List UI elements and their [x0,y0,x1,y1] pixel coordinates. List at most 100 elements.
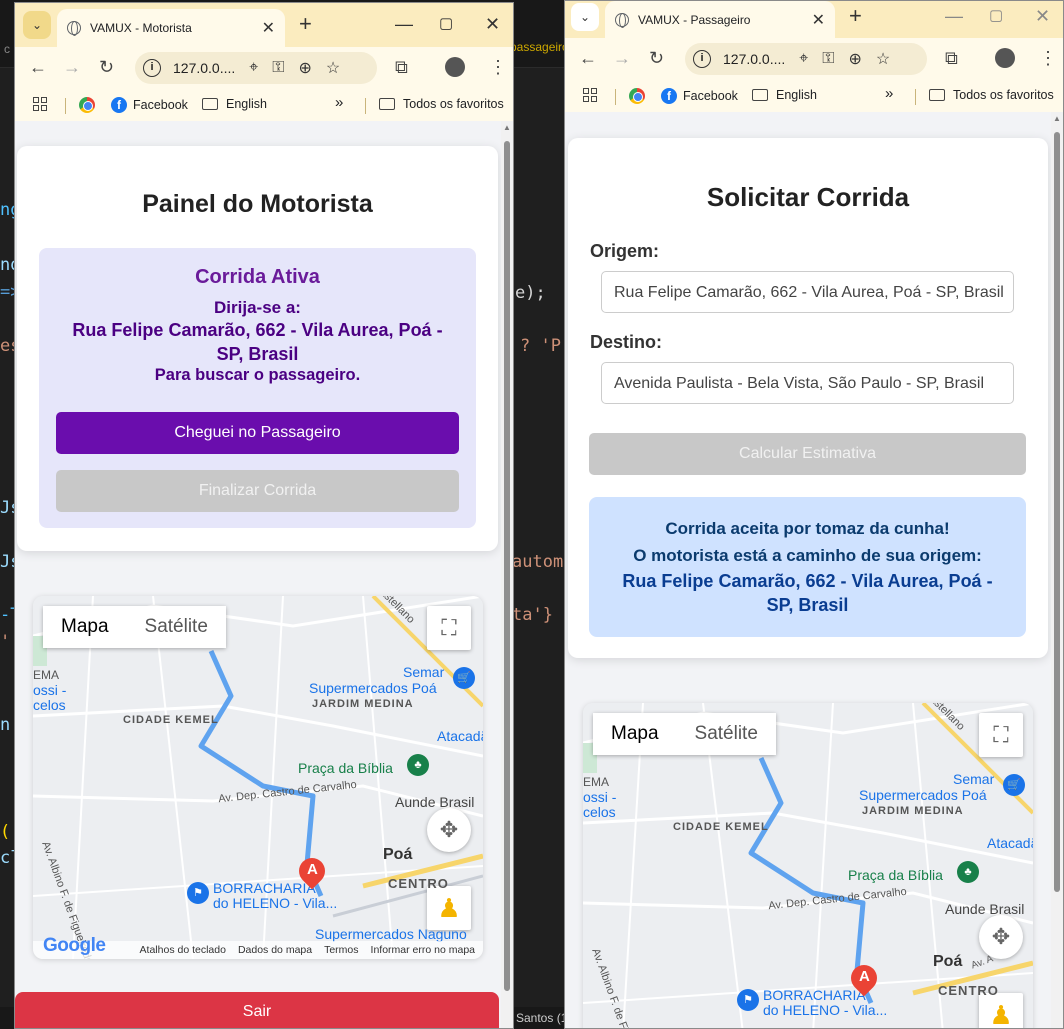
passenger-scrollbar[interactable]: ▲ [1051,112,1063,1028]
pegman-icon[interactable]: ♟ [427,886,471,930]
report-error-link[interactable]: Informar erro no mapa [371,944,475,956]
map-label: celos [583,804,616,820]
bookmark-label: Facebook [683,89,738,103]
close-tab-icon[interactable]: ✕ [262,18,275,38]
close-tab-icon[interactable]: ✕ [812,10,825,30]
scroll-up-icon[interactable]: ▲ [1053,114,1061,123]
reload-icon[interactable]: ↻ [99,57,114,77]
marker-label: A [859,968,870,985]
star-icon[interactable]: ☆ [876,49,890,69]
arrived-button[interactable]: Cheguei no Passageiro [56,412,459,454]
key-icon[interactable]: ⚿ [822,50,834,68]
map-label: Semar [403,664,445,680]
address-bar[interactable]: i 127.0.0.... ⌖ ⚿ ⊕ ☆ [135,52,377,84]
maximize-icon[interactable]: ▢ [989,7,1003,25]
passenger-viewport: Solicitar Corrida Origem: Rua Felipe Cam… [565,112,1063,1028]
map-label: Praça da Bíblia [298,760,393,776]
new-tab-icon[interactable]: + [299,13,312,35]
back-icon[interactable]: ← [29,57,47,77]
bookmark-english[interactable]: English [752,88,817,102]
site-info-icon[interactable]: i [143,59,161,77]
reload-icon[interactable]: ↻ [649,48,664,68]
scroll-thumb[interactable] [504,141,510,991]
map-label: Atacadão - [437,728,483,744]
menu-icon[interactable]: ⋮ [489,57,507,77]
apps-icon[interactable] [33,97,47,111]
bookmark-all-favorites[interactable]: Todos os favoritos [379,97,504,111]
address-bar[interactable]: i 127.0.0.... ⌖ ⚿ ⊕ ☆ [685,43,927,75]
satellite-tab[interactable]: Satélite [126,606,226,648]
fullscreen-icon[interactable]: ⛶ [427,606,471,650]
more-bookmarks[interactable]: » [885,85,893,102]
map-data-link[interactable]: Dados do mapa [238,944,312,956]
terms-link[interactable]: Termos [324,944,358,956]
passenger-map[interactable]: Mapa Satélite ⛶ ✥ ♟ astellano Semar Supe… [583,703,1033,1028]
code-fragment: e); [515,283,546,303]
more-bookmarks[interactable]: » [335,94,343,111]
avatar[interactable] [995,48,1015,68]
tab-search-dropdown[interactable]: ⌄ [571,3,599,31]
location-icon[interactable]: ⌖ [799,50,808,68]
map-tab[interactable]: Mapa [593,713,677,755]
maximize-icon[interactable]: ▢ [439,15,453,33]
extensions-icon[interactable]: ⧉ [395,57,408,77]
bookmark-all-favorites[interactable]: Todos os favoritos [929,88,1054,102]
fullscreen-icon[interactable]: ⛶ [979,713,1023,757]
origin-input[interactable]: Rua Felipe Camarão, 662 - Vila Aurea, Po… [601,271,1014,313]
zoom-icon[interactable]: ⊕ [298,58,311,78]
passenger-toolbar: ← → ↻ i 127.0.0.... ⌖ ⚿ ⊕ ☆ ⧉ ⋮ [565,38,1063,80]
code-fragment: ? 'P [520,336,561,356]
chrome-icon[interactable] [79,97,101,113]
tab-search-dropdown[interactable]: ⌄ [23,11,51,39]
avatar[interactable] [445,57,465,77]
map-tab[interactable]: Mapa [43,606,127,648]
pegman-icon[interactable]: ♟ [979,993,1023,1028]
back-icon[interactable]: ← [579,48,597,68]
cart-icon: 🛒 [1003,774,1025,796]
zoom-icon[interactable]: ⊕ [848,49,861,69]
scroll-up-icon[interactable]: ▲ [503,123,511,132]
location-icon[interactable]: ⌖ [249,59,258,77]
passenger-tab[interactable]: VAMUX - Passageiro ✕ [605,1,835,38]
active-ride-title: Corrida Ativa [195,266,320,288]
ride-accepted-message: Corrida aceita por tomaz da cunha! [665,519,950,538]
map-label: Praça da Bíblia [848,867,943,883]
page-title: Painel do Motorista [142,190,373,218]
map-label: celos [33,697,66,713]
map-label: ossi - [583,789,617,805]
logout-button[interactable]: Sair [15,992,499,1028]
extensions-icon[interactable]: ⧉ [945,48,958,68]
scroll-thumb[interactable] [1054,132,1060,892]
map-label: Semar [953,771,995,787]
driver-map[interactable]: Mapa Satélite ⛶ ✥ ♟ astellano Semar Supe… [33,596,483,959]
forward-icon[interactable]: → [613,48,631,68]
key-icon[interactable]: ⚿ [272,59,284,77]
menu-icon[interactable]: ⋮ [1039,48,1057,68]
apps-icon[interactable] [583,88,597,102]
minimize-icon[interactable]: — [945,7,963,25]
chrome-icon[interactable] [629,88,651,104]
camera-control-icon[interactable]: ✥ [979,915,1023,959]
minimize-icon[interactable]: — [395,15,413,33]
driver-scrollbar[interactable]: ▲ [501,121,513,1028]
satellite-tab[interactable]: Satélite [676,713,776,755]
keyboard-shortcuts-link[interactable]: Atalhos do teclado [140,944,226,956]
camera-control-icon[interactable]: ✥ [427,808,471,852]
bookmark-facebook[interactable]: f Facebook [661,88,738,104]
driver-tab[interactable]: VAMUX - Motorista ✕ [57,9,285,47]
forward-icon[interactable]: → [63,57,81,77]
bookmark-facebook[interactable]: f Facebook [111,97,188,113]
passenger-browser-window: ⌄ VAMUX - Passageiro ✕ + — ▢ ✕ ← → ↻ i 1… [564,0,1064,1029]
pickup-address: Rua Felipe Camarão, 662 - Vila Aurea, Po… [72,320,443,364]
window-close-icon[interactable]: ✕ [485,15,500,33]
bookmark-english[interactable]: English [202,97,267,111]
new-tab-icon[interactable]: + [849,5,862,27]
calculate-estimate-button[interactable]: Calcular Estimativa [589,433,1026,475]
separator [915,89,916,105]
finish-ride-button[interactable]: Finalizar Corrida [56,470,459,512]
star-icon[interactable]: ☆ [326,58,340,78]
passenger-bookmarks-bar: f Facebook English » Todos os favoritos [565,80,1063,112]
window-close-icon[interactable]: ✕ [1035,7,1050,25]
destination-input[interactable]: Avenida Paulista - Bela Vista, São Paulo… [601,362,1014,404]
site-info-icon[interactable]: i [693,50,711,68]
